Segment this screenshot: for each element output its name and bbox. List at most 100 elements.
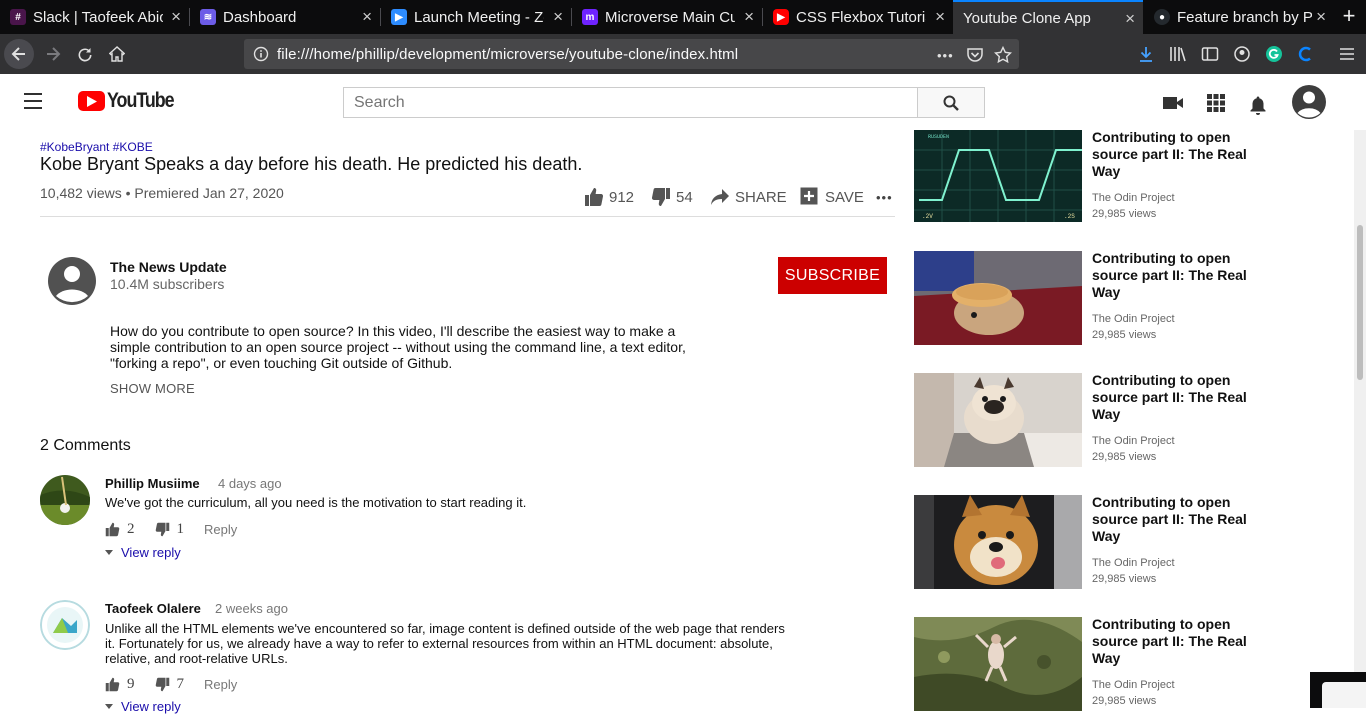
- slack-icon: #: [10, 9, 26, 25]
- dislike-button[interactable]: 54: [651, 185, 693, 209]
- video-thumbnail[interactable]: [914, 251, 1082, 345]
- channel-name[interactable]: The News Update: [110, 259, 227, 275]
- info-icon[interactable]: [253, 46, 269, 62]
- new-tab-button[interactable]: +: [1336, 4, 1362, 30]
- comment-like-count: 2: [127, 520, 135, 537]
- dashboard-icon: ≋: [200, 9, 216, 25]
- tab-css-flexbox[interactable]: ▶ CSS Flexbox Tutoria ×: [763, 0, 953, 34]
- tab-youtube-clone[interactable]: Youtube Clone App ×: [953, 0, 1143, 34]
- recommended-title[interactable]: Contributing to open source part II: The…: [1092, 372, 1270, 423]
- channel-subscribers: 10.4M subscribers: [110, 276, 225, 292]
- close-icon[interactable]: ×: [935, 8, 945, 25]
- tab-zoom[interactable]: ▶ Launch Meeting - Zo ×: [381, 0, 571, 34]
- reload-button[interactable]: [70, 39, 100, 69]
- divider: [40, 216, 895, 217]
- bell-icon[interactable]: [1247, 94, 1269, 116]
- like-button[interactable]: 912: [584, 185, 634, 209]
- search-button[interactable]: [917, 87, 985, 118]
- comment-author[interactable]: Phillip Musiime: [105, 476, 200, 491]
- recommended-channel[interactable]: The Odin Project: [1092, 313, 1175, 325]
- recommended-video[interactable]: Contributing to open source part II: The…: [914, 494, 1314, 589]
- recommended-channel[interactable]: The Odin Project: [1092, 435, 1175, 447]
- svg-text:.2S: .2S: [1064, 213, 1075, 220]
- close-icon[interactable]: ×: [744, 8, 754, 25]
- recommended-title[interactable]: Contributing to open source part II: The…: [1092, 494, 1270, 545]
- video-thumbnail[interactable]: [914, 617, 1082, 711]
- video-camera-icon[interactable]: [1162, 92, 1184, 114]
- account-icon[interactable]: [1232, 44, 1252, 64]
- forward-button[interactable]: [38, 39, 68, 69]
- floating-widget[interactable]: [1310, 672, 1366, 708]
- recommended-title[interactable]: Contributing to open source part II: The…: [1092, 129, 1270, 180]
- close-icon[interactable]: ×: [362, 8, 372, 25]
- library-icon[interactable]: [1168, 44, 1188, 64]
- close-icon[interactable]: ×: [1125, 10, 1135, 27]
- back-button[interactable]: [4, 39, 34, 69]
- tab-feature-branch[interactable]: ● Feature branch by P ×: [1144, 0, 1334, 34]
- page-actions-icon[interactable]: •••: [937, 46, 954, 64]
- apps-grid-icon[interactable]: [1205, 92, 1227, 114]
- thumbs-up-icon[interactable]: [105, 522, 120, 537]
- thumbs-down-icon[interactable]: [155, 522, 170, 537]
- reply-button[interactable]: Reply: [204, 677, 237, 692]
- extension-icon[interactable]: [1295, 44, 1315, 64]
- video-meta: 10,482 views • Premiered Jan 27, 2020: [40, 185, 284, 201]
- menu-icon[interactable]: [1337, 44, 1357, 64]
- channel-avatar-icon[interactable]: [47, 256, 97, 306]
- pocket-icon[interactable]: [966, 46, 984, 64]
- recommended-title[interactable]: Contributing to open source part II: The…: [1092, 250, 1270, 301]
- comment-dislike-count: 7: [176, 675, 185, 692]
- share-button[interactable]: SHARE: [710, 185, 787, 209]
- download-icon[interactable]: [1136, 44, 1156, 64]
- subscribe-button[interactable]: SUBSCRIBE: [778, 257, 887, 294]
- video-thumbnail[interactable]: [914, 495, 1082, 589]
- show-more-button[interactable]: SHOW MORE: [110, 381, 195, 396]
- view-reply-button[interactable]: View reply: [105, 699, 181, 714]
- close-icon[interactable]: ×: [553, 8, 563, 25]
- video-hashtags[interactable]: #KobeBryant #KOBE: [40, 140, 153, 154]
- tab-label: Launch Meeting - Zo: [414, 8, 544, 26]
- youtube-logo[interactable]: YouTube: [78, 89, 185, 113]
- tab-label: Dashboard: [223, 8, 297, 26]
- video-thumbnail[interactable]: [914, 373, 1082, 467]
- comment-time: 2 weeks ago: [215, 601, 288, 616]
- close-icon[interactable]: ×: [1316, 8, 1326, 25]
- reply-button[interactable]: Reply: [204, 522, 237, 537]
- tab-slack[interactable]: # Slack | Taofeek Abio ×: [0, 0, 189, 34]
- bookmark-star-icon[interactable]: [994, 46, 1012, 64]
- save-button[interactable]: SAVE: [800, 185, 864, 209]
- recommended-views: 29,985 views: [1092, 695, 1157, 707]
- tab-dashboard[interactable]: ≋ Dashboard ×: [190, 0, 380, 34]
- view-reply-button[interactable]: View reply: [105, 545, 181, 560]
- commenter-avatar[interactable]: [40, 600, 90, 650]
- recommended-video[interactable]: Contributing to open source part II: The…: [914, 372, 1314, 467]
- hamburger-menu-icon[interactable]: [24, 93, 42, 109]
- more-actions-button[interactable]: •••: [876, 185, 893, 209]
- home-button[interactable]: [102, 39, 132, 69]
- close-icon[interactable]: ×: [171, 8, 181, 25]
- recommended-channel[interactable]: The Odin Project: [1092, 679, 1175, 691]
- address-bar[interactable]: file:///home/phillip/development/microve…: [244, 39, 1019, 69]
- user-avatar-icon[interactable]: [1291, 84, 1327, 120]
- recommended-title[interactable]: Contributing to open source part II: The…: [1092, 616, 1270, 667]
- grammarly-icon[interactable]: [1264, 44, 1284, 64]
- sidebar-icon[interactable]: [1200, 44, 1220, 64]
- reload-icon: [78, 48, 92, 62]
- comment-author[interactable]: Taofeek Olalere: [105, 601, 201, 616]
- thumbs-up-icon[interactable]: [105, 677, 120, 692]
- recommended-channel[interactable]: The Odin Project: [1092, 192, 1175, 204]
- comment-time: 4 days ago: [218, 476, 282, 491]
- recommended-channel[interactable]: The Odin Project: [1092, 557, 1175, 569]
- page-scrollbar[interactable]: [1354, 130, 1366, 708]
- commenter-avatar[interactable]: [40, 475, 90, 525]
- scrollbar-thumb[interactable]: [1357, 225, 1363, 380]
- video-thumbnail[interactable]: RUSUDEN .2V .2S: [914, 130, 1082, 222]
- arrow-right-icon: [47, 47, 61, 61]
- recommended-video[interactable]: Contributing to open source part II: The…: [914, 616, 1314, 711]
- caret-down-icon: [105, 704, 113, 709]
- thumbs-down-icon[interactable]: [155, 677, 170, 692]
- tab-microverse[interactable]: m Microverse Main Cu ×: [572, 0, 762, 34]
- recommended-video[interactable]: Contributing to open source part II: The…: [914, 250, 1314, 345]
- recommended-video[interactable]: RUSUDEN .2V .2S Contributing to open sou…: [914, 129, 1314, 222]
- search-input[interactable]: Search: [343, 87, 918, 118]
